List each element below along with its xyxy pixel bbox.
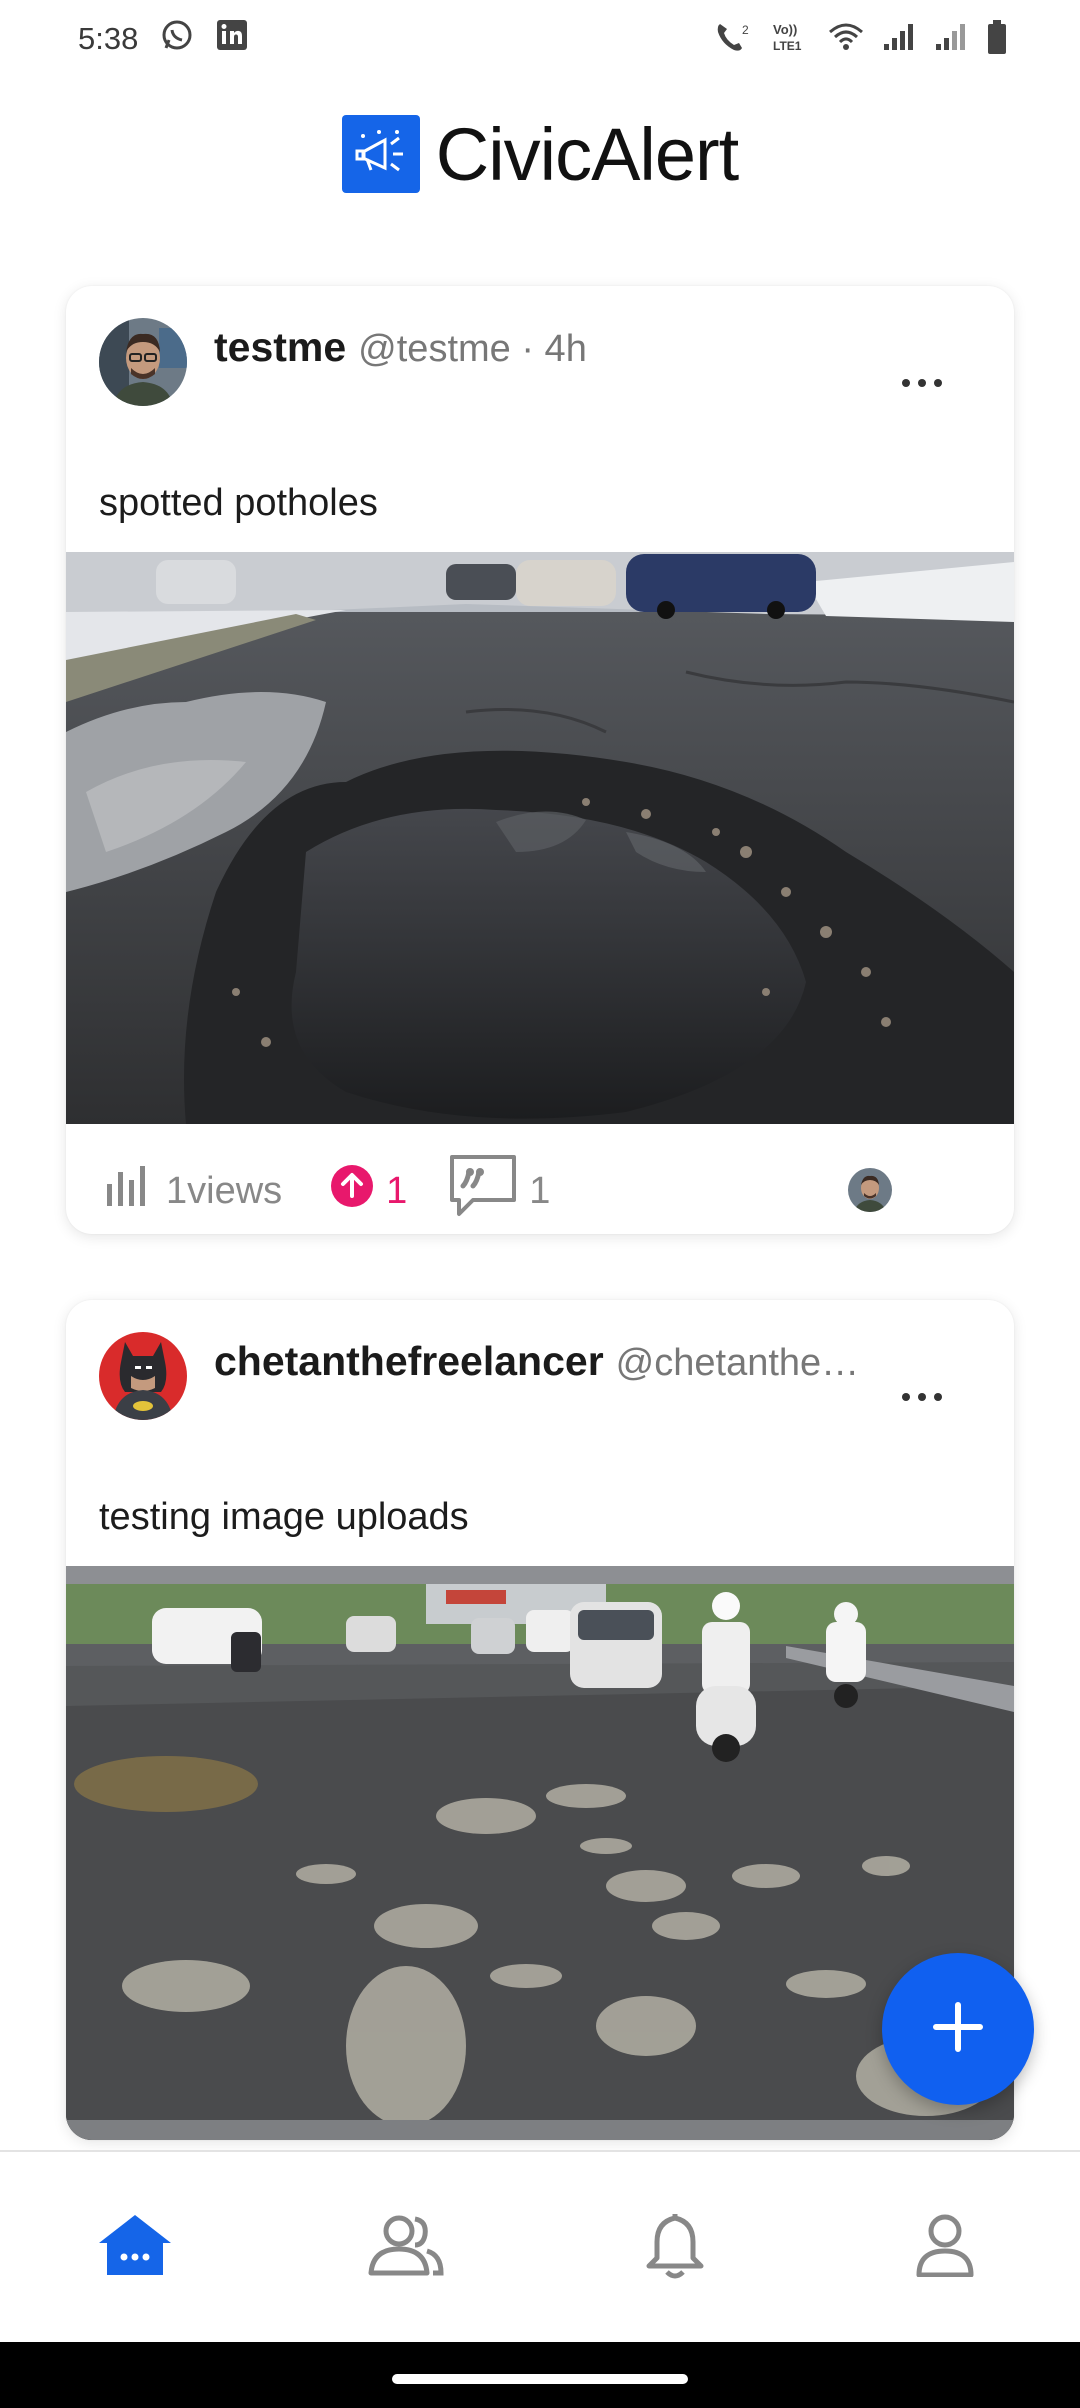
whatsapp-icon bbox=[160, 18, 194, 60]
create-post-button[interactable] bbox=[882, 1953, 1034, 2105]
home-icon bbox=[97, 2213, 173, 2282]
app-title: CivicAlert bbox=[435, 112, 739, 196]
svg-text:LTE1: LTE1 bbox=[773, 39, 802, 53]
post-meta: chetanthefreelancer @chetanthe… bbox=[214, 1338, 854, 1385]
wifi-calling-icon: 2 bbox=[714, 20, 754, 59]
screen: 5:38 2 Vo)) LTE1 CivicAlert testme @test… bbox=[0, 0, 1080, 2408]
upvote-stat[interactable]: 1 bbox=[330, 1164, 407, 1218]
comment-quote-icon[interactable] bbox=[449, 1154, 517, 1228]
username[interactable]: testme bbox=[214, 324, 346, 371]
status-bar: 5:38 2 Vo)) LTE1 bbox=[0, 0, 1080, 78]
volte-icon: Vo)) LTE1 bbox=[772, 20, 810, 59]
nav-notifications[interactable] bbox=[615, 2187, 735, 2307]
comments-stat[interactable]: 1 bbox=[449, 1154, 550, 1228]
more-horizontal-icon[interactable] bbox=[902, 376, 942, 390]
post-stats-bar: 1views 1 1 bbox=[66, 1148, 1014, 1234]
views-count: 1views bbox=[166, 1169, 283, 1212]
linkedin-icon bbox=[216, 19, 248, 59]
svg-text:2: 2 bbox=[742, 23, 749, 37]
post-card[interactable]: chetanthefreelancer @chetanthe… testing … bbox=[66, 1300, 1014, 2140]
post-card[interactable]: testme @testme · 4h spotted potholes 1vi… bbox=[66, 286, 1014, 1234]
bar-chart-icon bbox=[104, 1164, 152, 1218]
pothole-road-photo[interactable] bbox=[66, 552, 1014, 1124]
avatar[interactable] bbox=[99, 1332, 187, 1420]
avatar[interactable] bbox=[99, 318, 187, 406]
bell-icon bbox=[645, 2210, 705, 2285]
username[interactable]: chetanthefreelancer bbox=[214, 1338, 604, 1385]
handle: @chetanthe… bbox=[615, 1342, 854, 1384]
signal-icon-2 bbox=[934, 22, 968, 57]
more-horizontal-icon[interactable] bbox=[902, 1390, 942, 1404]
app-header: CivicAlert bbox=[0, 110, 1080, 198]
post-header: testme @testme · 4h bbox=[66, 286, 1014, 416]
plus-icon bbox=[931, 2000, 985, 2059]
views-stat: 1views bbox=[104, 1164, 282, 1218]
home-gesture-handle[interactable] bbox=[392, 2374, 688, 2384]
upvote-count: 1 bbox=[386, 1169, 408, 1212]
upvote-icon[interactable] bbox=[330, 1164, 374, 1218]
post-text: spotted potholes bbox=[99, 482, 378, 524]
signal-icon bbox=[882, 22, 916, 57]
svg-text:Vo)): Vo)) bbox=[773, 22, 797, 37]
nav-home[interactable] bbox=[75, 2187, 195, 2307]
community-icon bbox=[365, 2213, 445, 2282]
comments-count: 1 bbox=[529, 1169, 551, 1212]
bottom-navigation bbox=[0, 2150, 1080, 2342]
post-meta: testme @testme · 4h bbox=[214, 324, 587, 371]
nav-profile[interactable] bbox=[885, 2187, 1005, 2307]
status-time: 5:38 bbox=[78, 21, 139, 56]
post-header: chetanthefreelancer @chetanthe… bbox=[66, 1300, 1014, 1430]
post-text: testing image uploads bbox=[99, 1496, 469, 1538]
battery-icon bbox=[986, 19, 1008, 60]
commenter-avatar[interactable] bbox=[848, 1168, 892, 1212]
handle-and-time: @testme · 4h bbox=[358, 328, 587, 370]
profile-icon bbox=[915, 2213, 975, 2282]
system-gesture-bar bbox=[0, 2342, 1080, 2408]
megaphone-icon bbox=[341, 115, 420, 193]
potholed-street-traffic-photo[interactable] bbox=[66, 1566, 1014, 2140]
nav-community[interactable] bbox=[345, 2187, 465, 2307]
wifi-icon bbox=[828, 22, 864, 57]
